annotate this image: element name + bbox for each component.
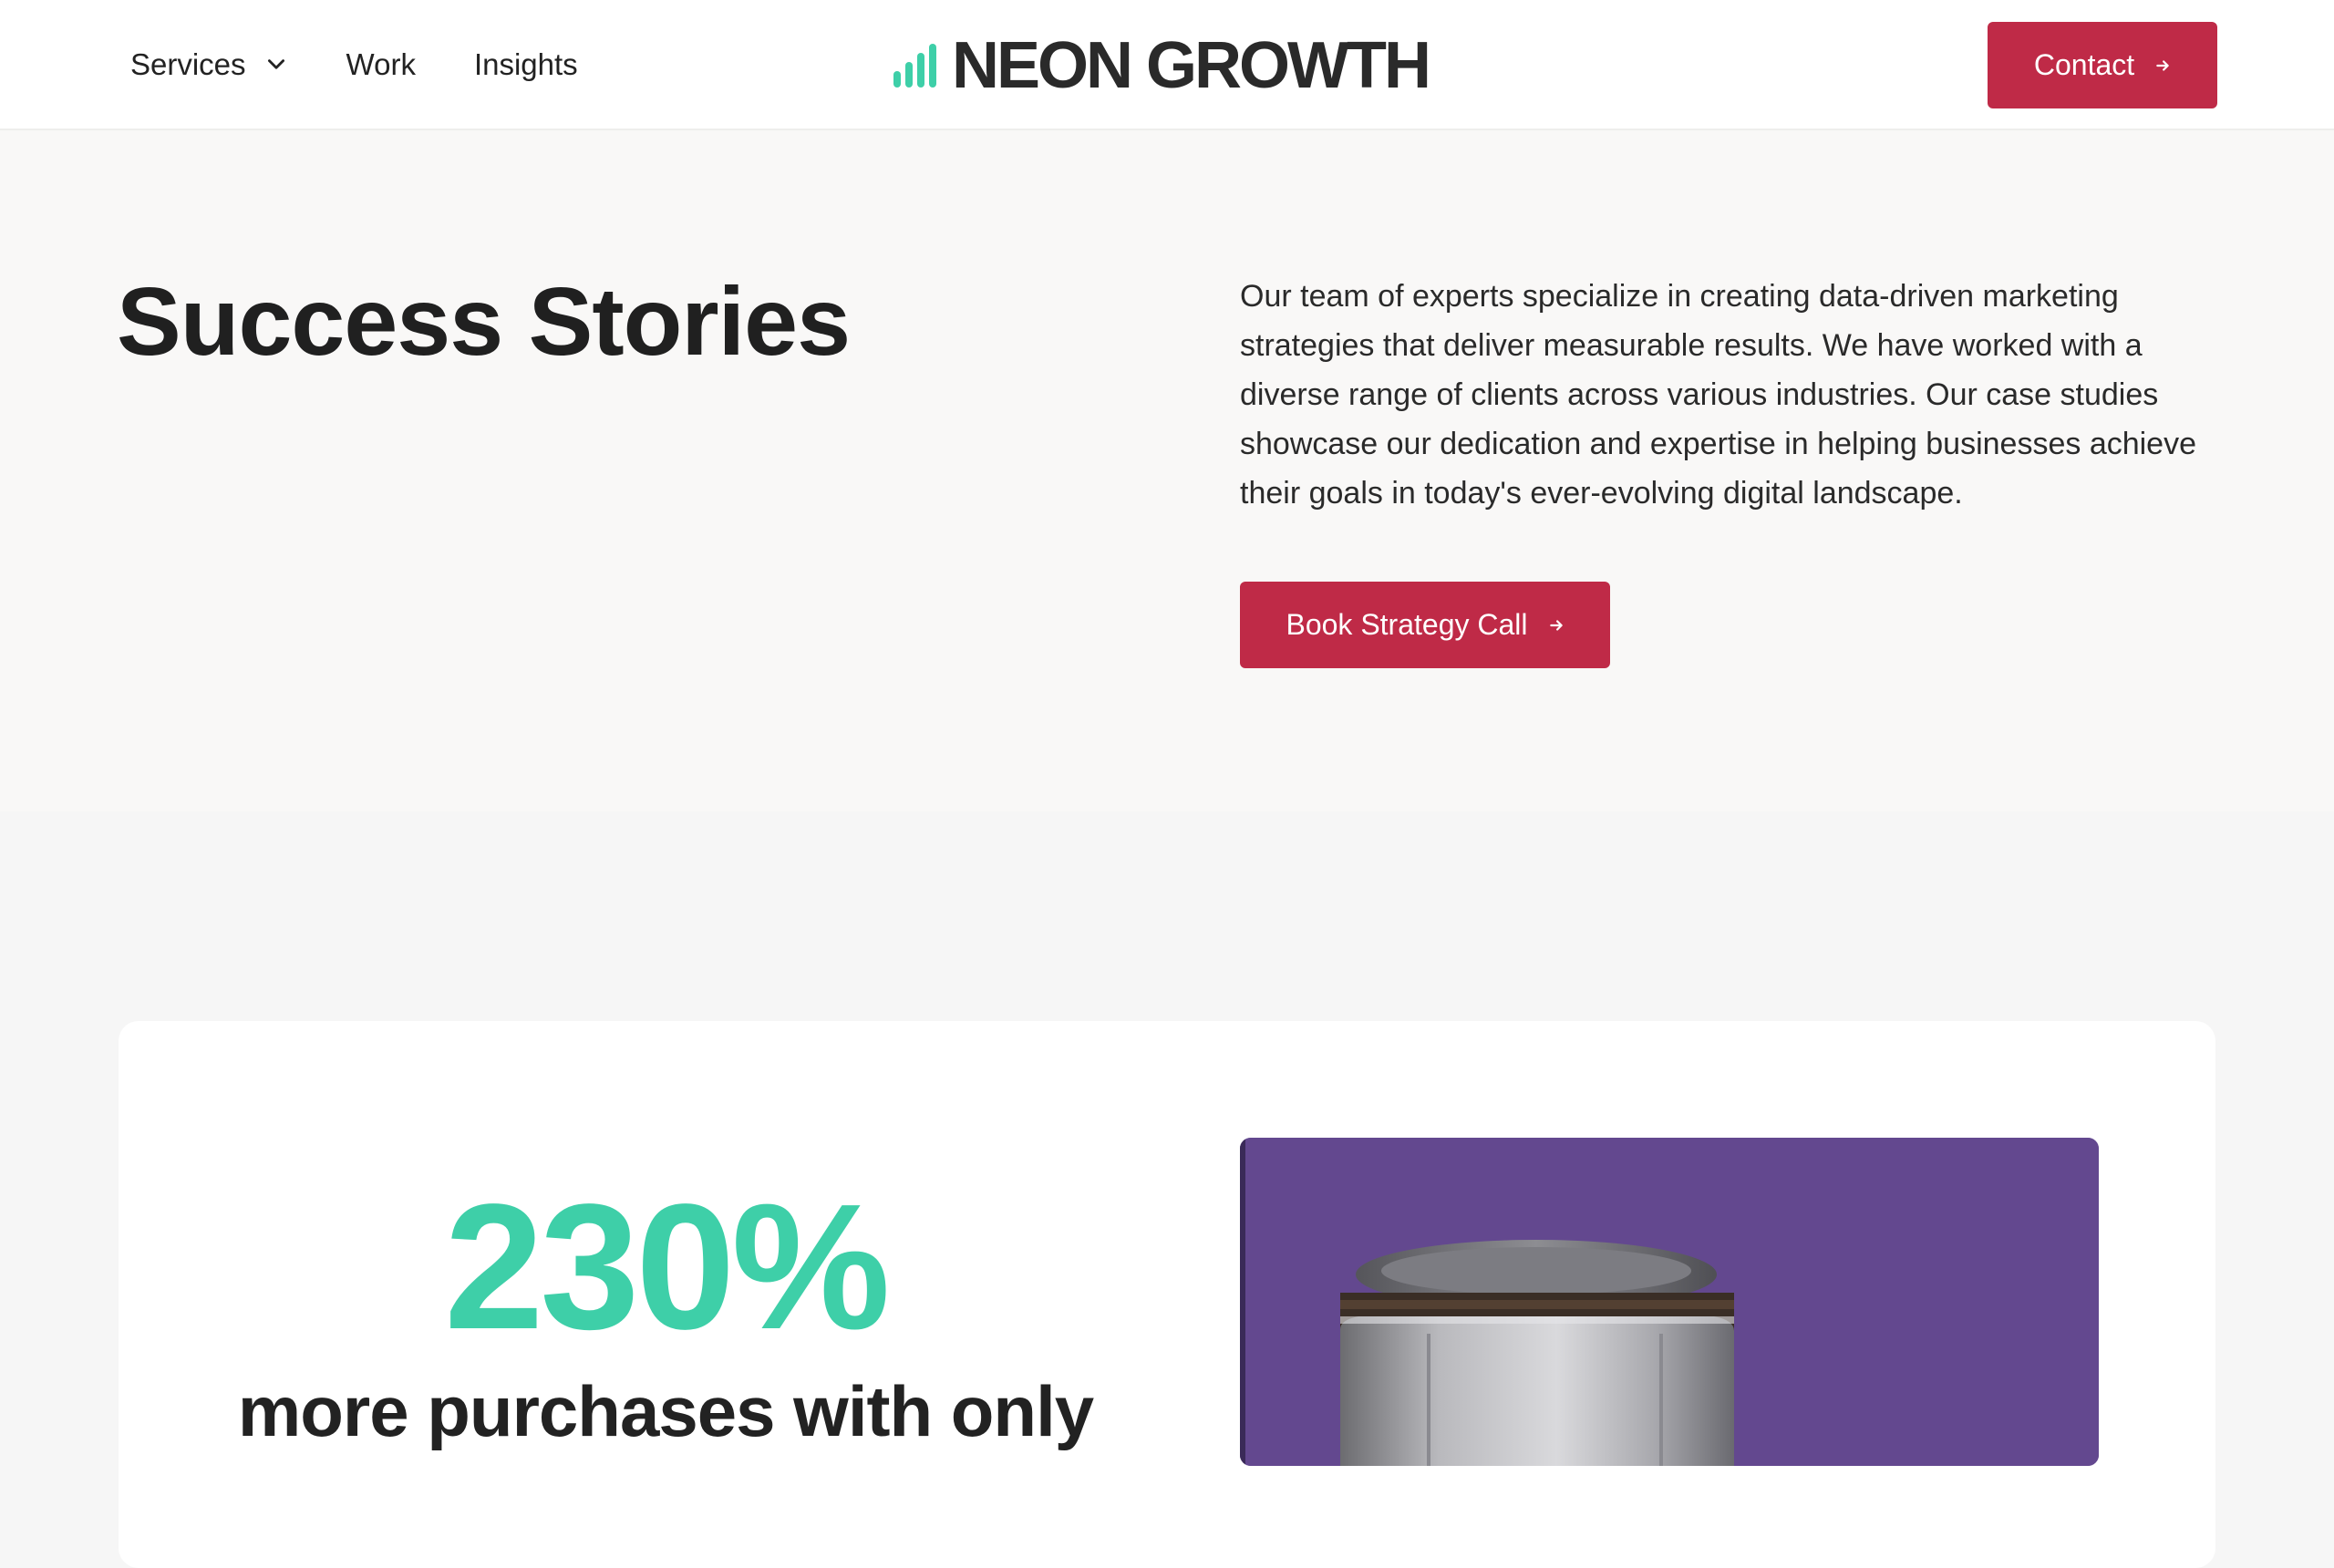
nav-work-label: Work <box>346 46 416 81</box>
hero-description: Our team of experts specialize in creati… <box>1240 279 2197 511</box>
signal-bars-icon <box>893 44 936 88</box>
logo-text: NEON GROWTH <box>952 29 1431 102</box>
arrow-right-icon <box>2156 59 2169 71</box>
brand-logo[interactable]: NEON GROWTH <box>892 29 1431 102</box>
case-study-stat-text: more purchases with only <box>237 1371 1094 1451</box>
nav-work[interactable]: Work <box>346 47 416 82</box>
chevron-down-icon <box>267 58 284 69</box>
nav-insights[interactable]: Insights <box>474 47 578 82</box>
contact-button[interactable]: Contact <box>1988 22 2217 108</box>
product-image <box>1240 1138 2099 1466</box>
nav-insights-label: Insights <box>473 46 578 81</box>
book-strategy-call-button[interactable]: Book Strategy Call <box>1240 582 1610 668</box>
nav-services[interactable]: Services <box>130 47 288 82</box>
book-strategy-call-label: Book Strategy Call <box>1286 608 1528 641</box>
site-header: Services Work Insights NEON GROWTH Conta… <box>0 0 2334 130</box>
main-nav: Services Work Insights <box>130 0 578 129</box>
case-study-stat: 230% <box>444 1167 890 1367</box>
coffee-grinder-illustration <box>1240 1138 2099 1466</box>
arrow-right-icon <box>1549 619 1563 631</box>
page-title: Success Stories <box>117 268 851 376</box>
contact-button-label: Contact <box>2033 48 2135 81</box>
hero-section: Success Stories Our team of experts spec… <box>0 130 2334 811</box>
nav-services-label: Services <box>130 46 246 81</box>
